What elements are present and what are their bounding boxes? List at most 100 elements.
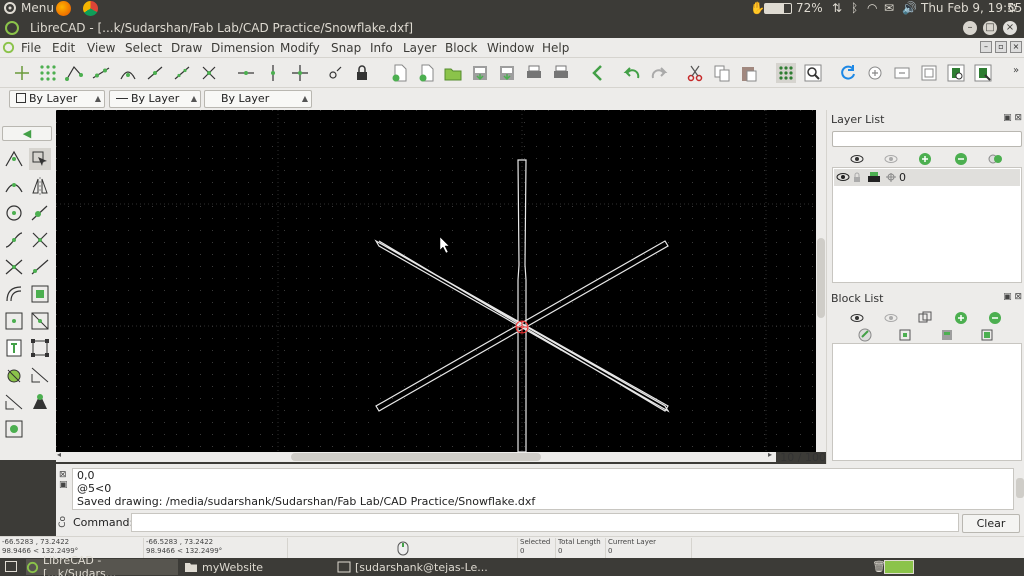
divide-icon[interactable] <box>29 310 51 332</box>
add-layer-icon[interactable] <box>917 151 933 167</box>
restrict-vertical-icon[interactable] <box>263 63 283 83</box>
zoom-auto-icon[interactable] <box>919 63 939 83</box>
print-icon[interactable] <box>524 63 544 83</box>
zoom-out-icon[interactable] <box>892 63 912 83</box>
toolbar-overflow-icon[interactable]: » <box>1013 65 1019 76</box>
mdi-minimize-button[interactable]: – <box>980 41 992 53</box>
print-preview-icon[interactable] <box>551 63 571 83</box>
minimize-button[interactable]: – <box>963 21 977 35</box>
menu-dimension[interactable]: Dimension <box>211 41 275 55</box>
menu-block[interactable]: Block <box>445 41 477 55</box>
mdi-close-button[interactable]: × <box>1010 41 1022 53</box>
snap-distance-icon[interactable] <box>172 63 192 83</box>
offset-icon[interactable] <box>29 283 51 305</box>
menu-edit[interactable]: Edit <box>52 41 75 55</box>
edit-layer-icon[interactable] <box>987 151 1003 167</box>
draw-curve-icon[interactable] <box>3 229 25 251</box>
measure-icon[interactable] <box>3 391 25 413</box>
vertical-scrollbar[interactable] <box>816 110 826 452</box>
show-all-layers-icon[interactable] <box>849 151 865 167</box>
layer-list[interactable]: 0 <box>832 167 1022 283</box>
app-menu-icon[interactable] <box>2 41 15 54</box>
create-block-icon[interactable] <box>917 310 933 326</box>
select-tool-icon[interactable] <box>29 148 51 170</box>
draw-ellipse-icon[interactable] <box>3 283 25 305</box>
command-history-scrollbar[interactable] <box>1016 478 1024 498</box>
draw-arc-icon[interactable] <box>3 175 25 197</box>
open-file-icon[interactable] <box>443 63 463 83</box>
layer-filter-input[interactable] <box>832 131 1022 147</box>
menu-snap[interactable]: Snap <box>331 41 361 55</box>
snap-middle-icon[interactable] <box>145 63 165 83</box>
horizontal-scrollbar[interactable]: ◂ ▸ <box>56 450 776 462</box>
move-icon[interactable] <box>29 337 51 359</box>
layer-print-icon[interactable] <box>867 171 881 184</box>
chrome-icon[interactable] <box>83 1 98 16</box>
tools-back-button[interactable]: ◀ <box>2 126 52 141</box>
hatch-icon[interactable] <box>3 364 25 386</box>
hide-all-blocks-icon[interactable] <box>883 310 899 326</box>
undo-icon[interactable] <box>622 63 642 83</box>
zoom-window-icon[interactable] <box>803 63 823 83</box>
grid-toggle-icon[interactable] <box>776 63 796 83</box>
wifi-icon[interactable]: ◠ <box>867 1 877 15</box>
firefox-icon[interactable] <box>56 1 71 16</box>
line-type-select[interactable]: By Layer ▲▼ <box>109 90 201 119</box>
remove-layer-icon[interactable] <box>953 151 969 167</box>
snap-free-icon[interactable] <box>12 63 32 83</box>
layer-lock-icon[interactable] <box>853 172 861 182</box>
battery-icon[interactable] <box>764 3 792 14</box>
back-arrow-icon[interactable] <box>588 63 608 83</box>
command-input[interactable] <box>131 513 959 532</box>
sort-arrows-icon[interactable]: ⇅ <box>832 1 842 15</box>
drawing-area[interactable] <box>56 110 816 452</box>
snap-center-icon[interactable] <box>118 63 138 83</box>
edit-block-icon[interactable] <box>897 327 913 343</box>
zoom-previous-icon[interactable] <box>946 63 966 83</box>
menu-view[interactable]: View <box>87 41 115 55</box>
mirror-icon[interactable] <box>29 175 51 197</box>
draw-rectangle-icon[interactable] <box>3 310 25 332</box>
menu-draw[interactable]: Draw <box>171 41 202 55</box>
menu-select[interactable]: Select <box>125 41 162 55</box>
remove-block-icon[interactable] <box>987 310 1003 326</box>
snap-grid-icon[interactable] <box>38 63 58 83</box>
mdi-restore-button[interactable]: ▫ <box>995 41 1007 53</box>
menu-layer[interactable]: Layer <box>403 41 436 55</box>
restrict-horizontal-icon[interactable] <box>236 63 256 83</box>
layer-row[interactable]: 0 <box>834 169 1020 186</box>
layer-list-dock-buttons[interactable]: ▣ ⊠ <box>1003 113 1022 123</box>
draw-circle-icon[interactable] <box>3 202 25 224</box>
save-block-icon[interactable] <box>939 327 955 343</box>
color-select[interactable]: By Layer ▲▼ <box>9 90 105 119</box>
block-list[interactable] <box>832 343 1022 461</box>
layer-visible-icon[interactable] <box>836 171 850 183</box>
menu-info[interactable]: Info <box>370 41 393 55</box>
task-terminal[interactable]: [sudarshank@tejas-Le... <box>337 559 488 575</box>
hand-indicator-icon[interactable]: ✋ <box>750 1 765 15</box>
task-librecad[interactable]: LibreCAD - [...k/Sudars... <box>26 554 178 576</box>
draw-text-icon[interactable] <box>3 337 25 359</box>
new-file-icon[interactable] <box>390 63 410 83</box>
dimension-icon[interactable] <box>29 364 51 386</box>
block-list-dock-buttons[interactable]: ▣ ⊠ <box>1003 292 1022 302</box>
paste-icon[interactable] <box>739 63 759 83</box>
draw-polyline-icon[interactable] <box>3 256 25 278</box>
draw-line-icon[interactable] <box>3 148 25 170</box>
ubuntu-menu-button[interactable]: Menu <box>3 1 54 15</box>
power-icon[interactable]: ⚙ <box>1007 1 1018 15</box>
menu-modify[interactable]: Modify <box>280 41 320 55</box>
drawing-canvas[interactable] <box>56 110 816 452</box>
snap-endpoint-icon[interactable] <box>64 63 84 83</box>
image-icon[interactable] <box>3 418 25 440</box>
block-insert-icon[interactable] <box>29 391 51 413</box>
command-history[interactable]: 0,0 @5<0 Saved drawing: /media/sudarshan… <box>72 468 1014 510</box>
snap-intersection-icon[interactable] <box>199 63 219 83</box>
maximize-button[interactable]: □ <box>983 21 997 35</box>
show-desktop-icon[interactable] <box>5 561 17 572</box>
layer-construction-icon[interactable] <box>885 172 897 183</box>
command-dock-buttons[interactable]: ⊠ ▣ <box>59 470 68 490</box>
restrict-orthogonal-icon[interactable] <box>290 63 310 83</box>
cut-icon[interactable] <box>685 63 705 83</box>
new-template-icon[interactable] <box>417 63 437 83</box>
